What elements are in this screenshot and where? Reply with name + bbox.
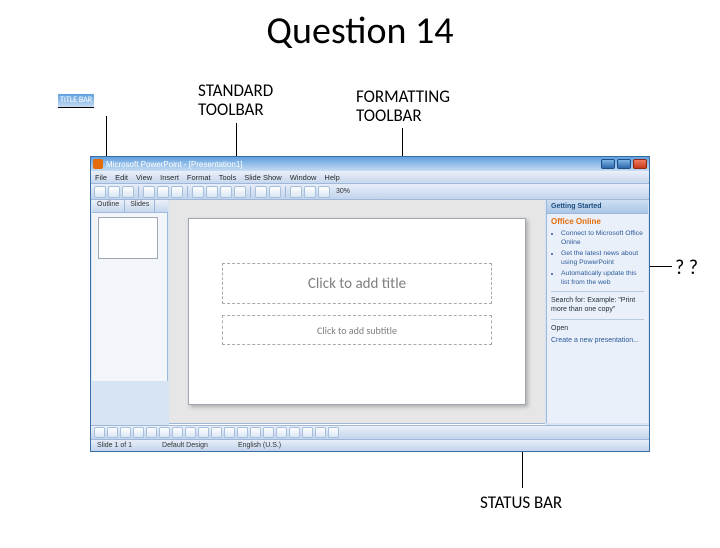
wordart-icon[interactable] [198, 427, 209, 438]
arrow-statusbar [522, 452, 523, 488]
line-style-icon[interactable] [276, 427, 287, 438]
table-icon[interactable] [304, 186, 316, 198]
print-icon[interactable] [143, 186, 155, 198]
taskpane-bullet[interactable]: Connect to Microsoft Office Online [561, 230, 644, 248]
threeD-icon[interactable] [328, 427, 339, 438]
menu-view[interactable]: View [136, 173, 152, 182]
menu-format[interactable]: Format [187, 173, 211, 182]
drawing-toolbar [91, 425, 649, 439]
subtitle-placeholder[interactable]: Click to add subtitle [222, 315, 491, 345]
slide-canvas[interactable]: Click to add title Click to add subtitle [188, 218, 526, 405]
label-row: TITLE BAR STANDARD TOOLBAR FORMATTING TO… [0, 80, 720, 126]
taskpane-search-label: Search for: [551, 297, 585, 304]
redo-icon[interactable] [269, 186, 281, 198]
picture-icon[interactable] [224, 427, 235, 438]
autoshapes-icon[interactable] [120, 427, 131, 438]
line-icon[interactable] [133, 427, 144, 438]
menu-file[interactable]: File [95, 173, 107, 182]
hyperlink-icon[interactable] [318, 186, 330, 198]
label-statusbar: STATUS BAR [480, 492, 562, 513]
label-formatting-toolbar: FORMATTING TOOLBAR [356, 88, 450, 125]
arrow-titlebar [106, 116, 107, 156]
clipart-icon[interactable] [211, 427, 222, 438]
cut-icon[interactable] [192, 186, 204, 198]
menu-window[interactable]: Window [290, 173, 317, 182]
chart-icon[interactable] [290, 186, 302, 198]
menu-insert[interactable]: Insert [160, 173, 179, 182]
fill-color-icon[interactable] [237, 427, 248, 438]
app-title: Microsoft PowerPoint - [Presentation1] [106, 160, 243, 169]
textbox-icon[interactable] [185, 427, 196, 438]
page-title: Question 14 [0, 8, 720, 54]
oval-icon[interactable] [172, 427, 183, 438]
tab-slides[interactable]: Slides [125, 200, 155, 212]
open-icon[interactable] [108, 186, 120, 198]
statusbar: Slide 1 of 1 Default Design English (U.S… [91, 439, 649, 451]
format-painter-icon[interactable] [234, 186, 246, 198]
zoom-value[interactable]: 30% [336, 188, 350, 195]
select-arrow-icon[interactable] [107, 427, 118, 438]
font-color-icon[interactable] [263, 427, 274, 438]
paste-icon[interactable] [220, 186, 232, 198]
dash-style-icon[interactable] [289, 427, 300, 438]
slide-thumbnail[interactable] [98, 217, 158, 259]
menubar: File Edit View Insert Format Tools Slide… [91, 171, 649, 184]
new-icon[interactable] [94, 186, 106, 198]
status-language: English (U.S.) [238, 442, 281, 449]
titlebar: Microsoft PowerPoint - [Presentation1] [91, 157, 649, 171]
standard-toolbar: 30% [91, 184, 649, 200]
thumb-tabbar: Outline Slides [92, 200, 168, 213]
thumbnail-pane [92, 213, 168, 381]
status-design: Default Design [162, 442, 208, 449]
maximize-button[interactable] [617, 159, 631, 169]
taskpane-header[interactable]: Getting Started [547, 200, 648, 214]
arrow-style-icon[interactable] [302, 427, 313, 438]
copy-icon[interactable] [206, 186, 218, 198]
menu-edit[interactable]: Edit [115, 173, 128, 182]
label-standard-toolbar: STANDARD TOOLBAR [198, 82, 273, 119]
line-color-icon[interactable] [250, 427, 261, 438]
menu-tools[interactable]: Tools [219, 173, 237, 182]
taskpane-bullet[interactable]: Automatically update this list from the … [561, 270, 644, 288]
powerpoint-window: Microsoft PowerPoint - [Presentation1] F… [90, 156, 650, 452]
save-icon[interactable] [122, 186, 134, 198]
tab-outline[interactable]: Outline [92, 200, 125, 212]
office-online-logo: Office Online [551, 217, 601, 226]
app-icon [93, 159, 103, 169]
menu-help[interactable]: Help [324, 173, 339, 182]
status-slide-number: Slide 1 of 1 [97, 442, 132, 449]
shadow-icon[interactable] [315, 427, 326, 438]
window-buttons [601, 159, 647, 169]
menu-slideshow[interactable]: Slide Show [244, 173, 282, 182]
rectangle-icon[interactable] [159, 427, 170, 438]
arrow-unknown [648, 266, 672, 267]
close-button[interactable] [633, 159, 647, 169]
taskpane-bullet[interactable]: Get the latest news about using PowerPoi… [561, 250, 644, 268]
preview-icon[interactable] [157, 186, 169, 198]
arrow-icon[interactable] [146, 427, 157, 438]
create-presentation-link[interactable]: Create a new presentation... [551, 336, 644, 345]
label-unknown: ? ? [675, 256, 698, 280]
taskpane-open-label: Open [551, 325, 568, 332]
undo-icon[interactable] [255, 186, 267, 198]
title-placeholder[interactable]: Click to add title [222, 263, 491, 304]
label-titlebar: TITLE BAR [58, 94, 94, 108]
task-pane: Getting Started Office Online Connect to… [546, 200, 648, 423]
spell-icon[interactable] [171, 186, 183, 198]
minimize-button[interactable] [601, 159, 615, 169]
draw-menu-icon[interactable] [94, 427, 105, 438]
slide-editing-area: Click to add title Click to add subtitle [169, 200, 545, 423]
